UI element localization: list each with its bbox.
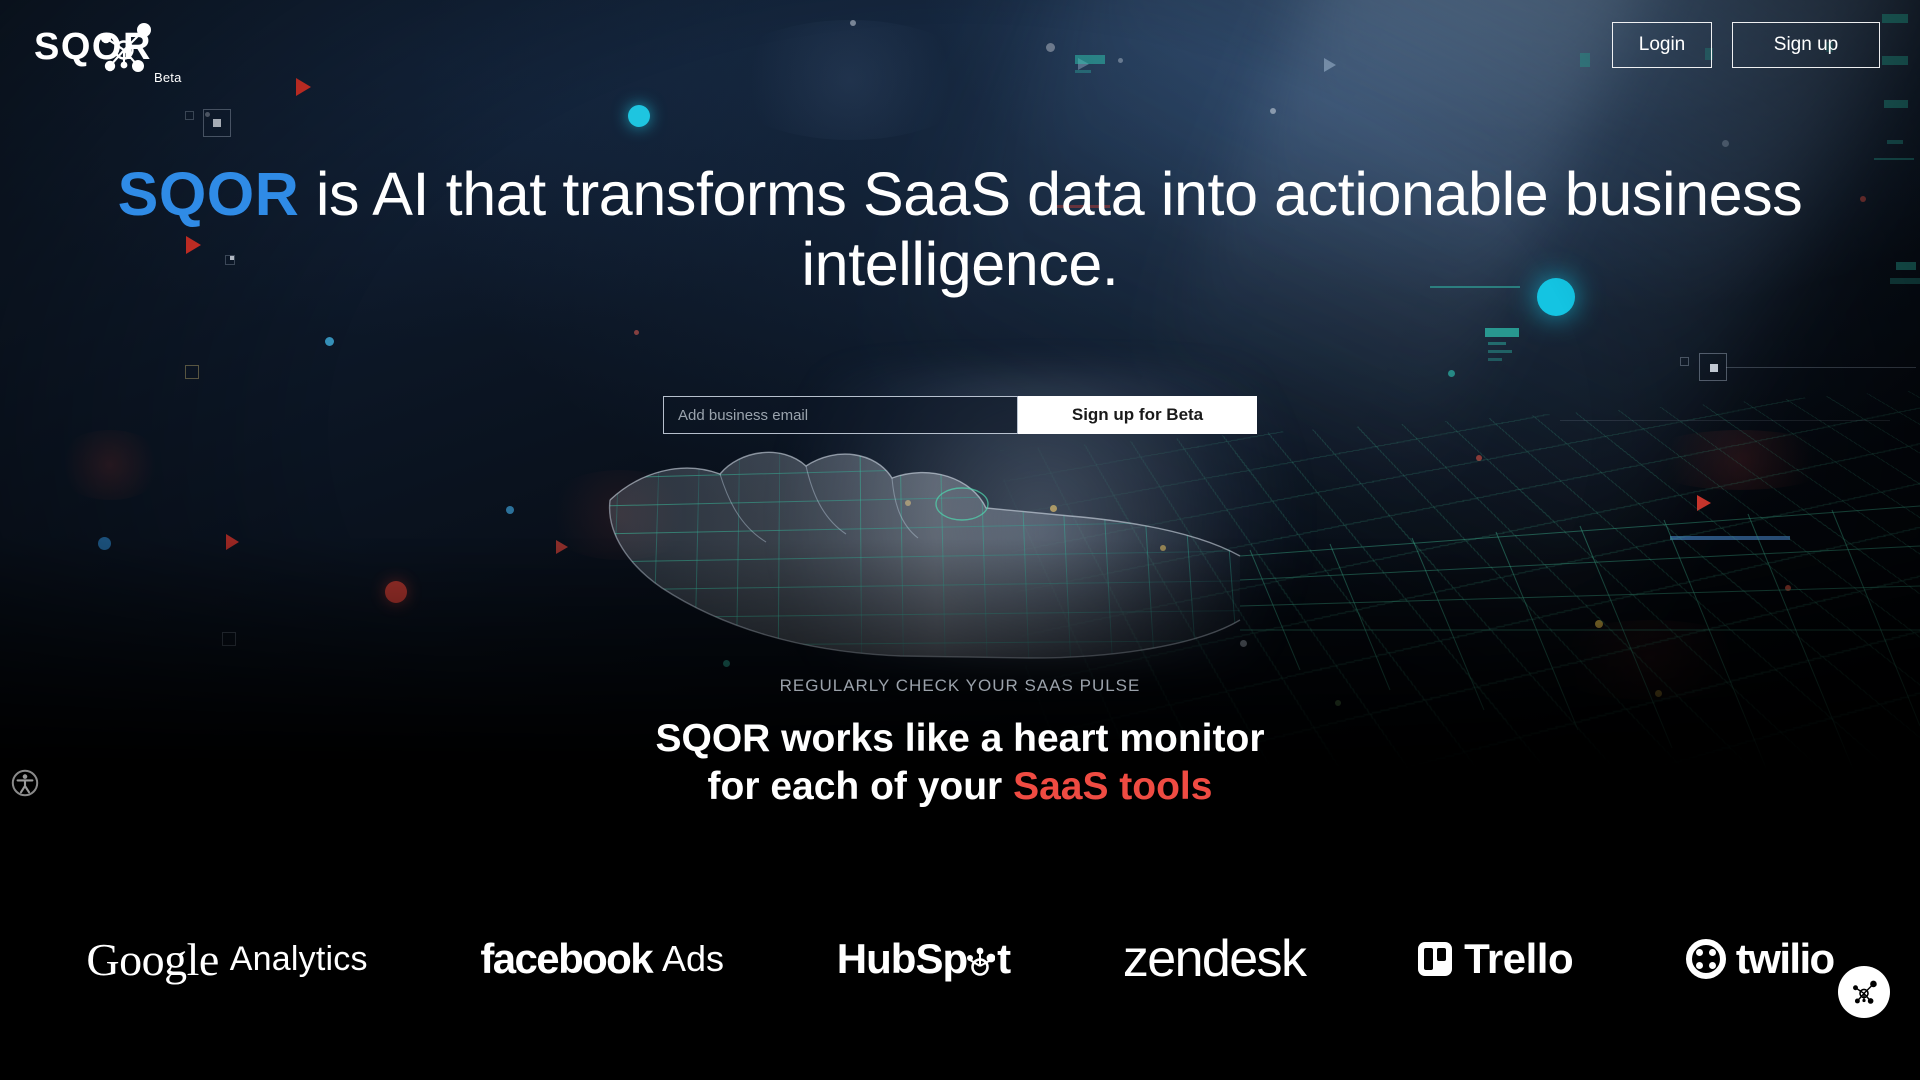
signup-for-beta-button[interactable]: Sign up for Beta [1018,396,1257,434]
headline-brand: SQOR [117,160,300,228]
logo-analytics-word: Analytics [229,939,368,978]
section-heading-accent: SaaS tools [1013,764,1213,808]
pulse-section: REGULARLY CHECK YOUR SAAS PULSE SQOR wor… [0,676,1920,810]
email-field[interactable] [663,396,1018,434]
section-heading-line1: SQOR works like a heart monitor [655,717,1265,760]
logo[interactable]: SQOR Beta [30,12,181,85]
logo-facebook-word: facebook [480,935,653,982]
auth-buttons: Login Sign up [1612,22,1880,68]
logo-zendesk: zendesk [1122,929,1307,989]
trello-board-icon [1418,942,1453,976]
site-header: SQOR Beta Login Sign up [0,0,1920,100]
logo-google-analytics: Google Analytics [86,933,367,986]
logo-hubspot-word: HubSp [836,935,968,982]
headline-rest: is AI that transforms SaaS data into act… [299,160,1803,298]
network-node-icon [88,16,160,83]
logo-hubspot-word-tail: t [997,935,1011,982]
logo-zendesk-word: zendesk [1122,930,1307,988]
page-title: SQOR is AI that transforms SaaS data int… [0,160,1920,299]
twilio-circle-dots-icon [1685,939,1726,979]
hero-copy: SQOR is AI that transforms SaaS data int… [0,160,1920,299]
hubspot-sprocket-icon [967,936,997,982]
section-eyebrow: REGULARLY CHECK YOUR SAAS PULSE [779,676,1141,695]
logo-twilio: twilio [1685,935,1835,983]
signup-form: Sign up for Beta [0,396,1920,434]
landing-page: SQOR Beta Login Sign up SQOR is AI that … [0,0,1920,1080]
logo-ads-word: Ads [662,938,725,979]
logo-trello: Trello [1418,935,1574,983]
sqor-network-icon [1853,980,1877,1004]
integration-logos-strip: Google Analytics facebook Ads HubSp t ze… [0,838,1920,1080]
section-heading-prefix: for each of your [707,764,1014,808]
accessibility-person-icon [11,769,39,797]
logo-trello-word: Trello [1464,935,1574,982]
chat-widget-button[interactable] [1838,966,1890,1018]
accessibility-button[interactable] [10,768,40,798]
logo-beta-badge: Beta [154,70,182,85]
logo-hubspot: HubSp t [836,935,1011,983]
logo-google-word: Google [86,933,219,985]
logo-facebook-ads: facebook Ads [480,935,724,983]
section-heading: SQOR works like a heart monitor for each… [0,715,1920,810]
signup-button[interactable]: Sign up [1732,22,1880,68]
login-button[interactable]: Login [1612,22,1712,68]
section-heading-line2: for each of your SaaS tools [0,763,1920,811]
logo-twilio-word: twilio [1735,935,1835,982]
